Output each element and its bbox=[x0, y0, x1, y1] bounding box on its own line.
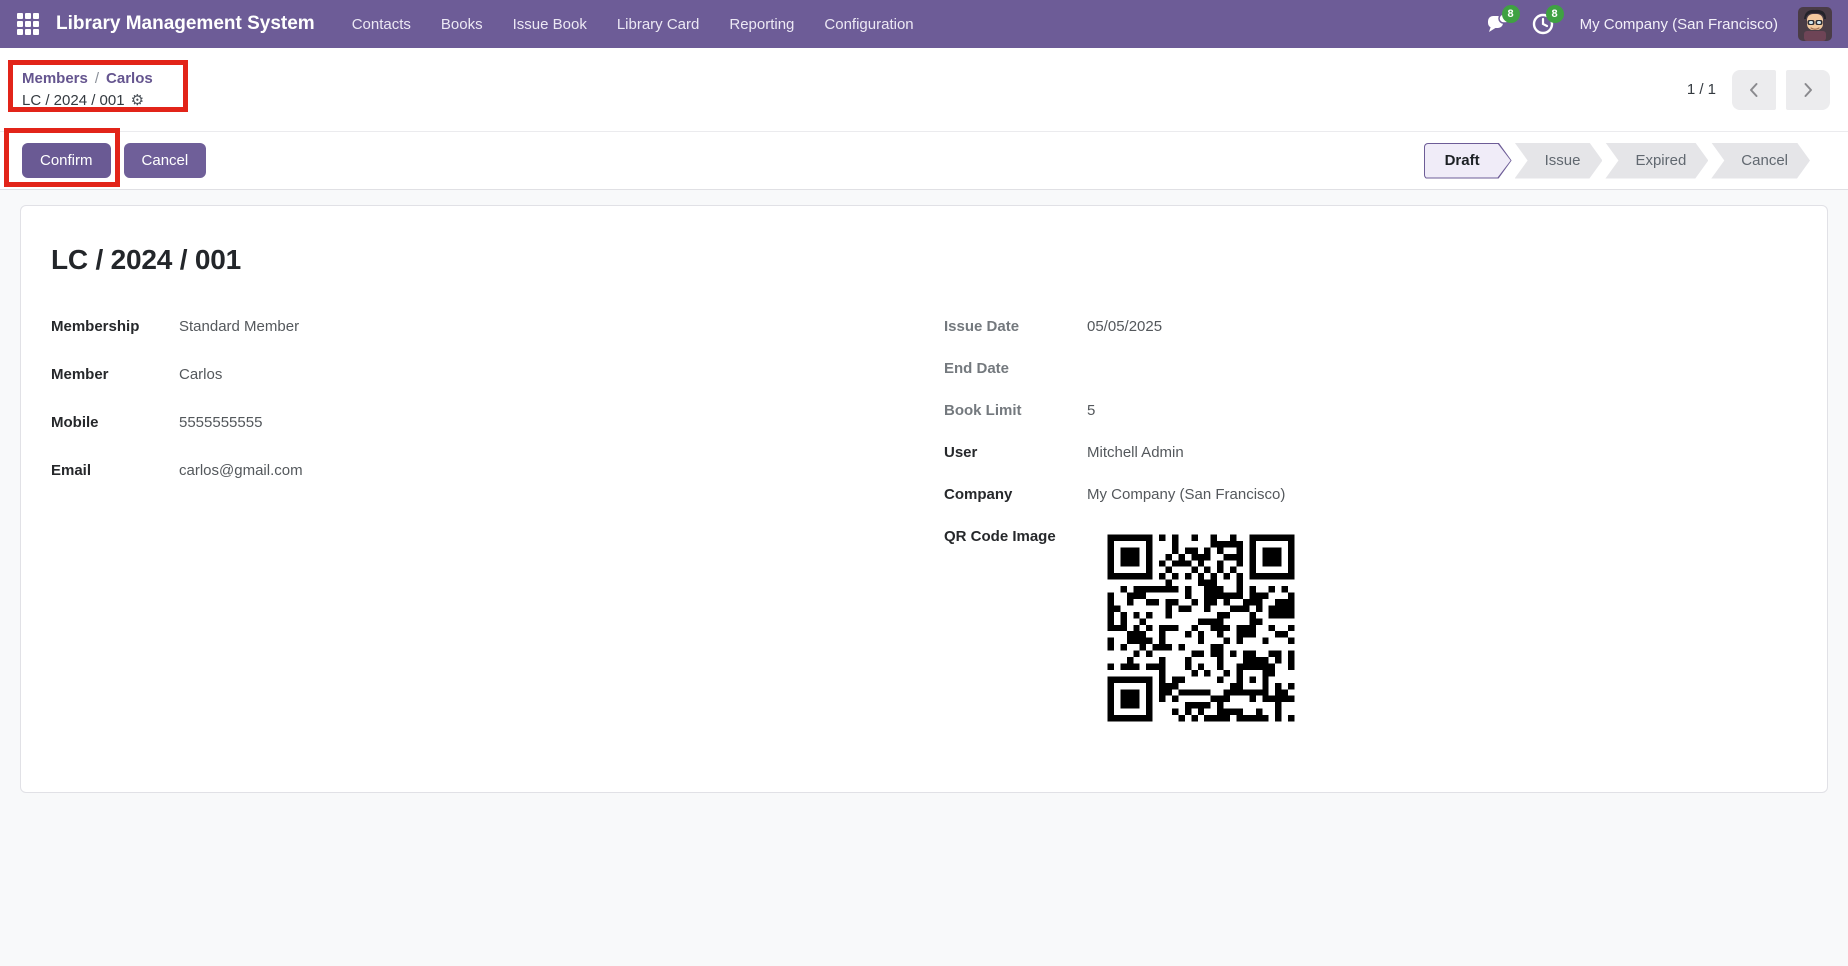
menu-library-card[interactable]: Library Card bbox=[604, 10, 713, 39]
menu-contacts[interactable]: Contacts bbox=[339, 10, 424, 39]
pager-value: 1 / 1 bbox=[1687, 81, 1716, 98]
field-label-qr-code: QR Code Image bbox=[944, 528, 1087, 545]
breadcrumb-current-record: LC / 2024 / 001 bbox=[22, 90, 125, 112]
field-row-user: User Mitchell Admin bbox=[944, 444, 1797, 463]
activities-count-badge: 8 bbox=[1546, 5, 1564, 23]
right-field-group: Issue Date 05/05/2025 End Date Book Limi… bbox=[944, 318, 1797, 751]
menu-books[interactable]: Books bbox=[428, 10, 496, 39]
form-sheet: LC / 2024 / 001 Membership Standard Memb… bbox=[20, 205, 1828, 793]
record-title: LC / 2024 / 001 bbox=[51, 244, 1797, 276]
field-row-issue-date: Issue Date 05/05/2025 bbox=[944, 318, 1797, 337]
field-value-book-limit[interactable]: 5 bbox=[1087, 402, 1095, 419]
field-value-user[interactable]: Mitchell Admin bbox=[1087, 444, 1184, 461]
cancel-button[interactable]: Cancel bbox=[124, 143, 207, 178]
field-row-qr-code: QR Code Image bbox=[944, 528, 1797, 728]
statusbar-stage-expired[interactable]: Expired bbox=[1605, 143, 1708, 179]
field-label-book-limit: Book Limit bbox=[944, 402, 1087, 419]
form-view: LC / 2024 / 001 Membership Standard Memb… bbox=[0, 190, 1848, 808]
field-row-end-date: End Date bbox=[944, 360, 1797, 379]
field-row-membership: Membership Standard Member bbox=[51, 318, 904, 337]
field-label-membership: Membership bbox=[51, 318, 179, 335]
messages-count-badge: 8 bbox=[1502, 5, 1520, 23]
breadcrumb-link-carlos[interactable]: Carlos bbox=[106, 70, 153, 87]
left-field-group: Membership Standard Member Member Carlos… bbox=[51, 318, 904, 751]
top-navbar: Library Management System Contacts Books… bbox=[0, 0, 1848, 48]
field-value-email[interactable]: carlos@gmail.com bbox=[179, 462, 303, 479]
menu-configuration[interactable]: Configuration bbox=[811, 10, 926, 39]
record-pager: 1 / 1 bbox=[1687, 70, 1830, 110]
field-label-user: User bbox=[944, 444, 1087, 461]
field-label-member: Member bbox=[51, 366, 179, 383]
field-value-issue-date[interactable]: 05/05/2025 bbox=[1087, 318, 1162, 335]
field-label-end-date: End Date bbox=[944, 360, 1087, 377]
field-value-mobile[interactable]: 5555555555 bbox=[179, 414, 262, 431]
qr-code-image bbox=[1101, 528, 1301, 728]
statusbar: Draft Issue Expired Cancel bbox=[1424, 143, 1810, 179]
chevron-left-icon bbox=[1743, 79, 1765, 101]
pager-previous-button[interactable] bbox=[1732, 70, 1776, 110]
field-row-member: Member Carlos bbox=[51, 366, 904, 385]
field-label-email: Email bbox=[51, 462, 179, 479]
field-row-email: Email carlos@gmail.com bbox=[51, 462, 904, 481]
messages-icon[interactable]: 8 bbox=[1482, 7, 1516, 41]
app-title[interactable]: Library Management System bbox=[56, 13, 315, 35]
breadcrumb-separator: / bbox=[95, 70, 99, 87]
field-value-member[interactable]: Carlos bbox=[179, 366, 222, 383]
user-avatar[interactable] bbox=[1798, 7, 1832, 41]
statusbar-stage-issue[interactable]: Issue bbox=[1515, 143, 1603, 179]
field-label-issue-date: Issue Date bbox=[944, 318, 1087, 335]
statusbar-stage-draft-label: Draft bbox=[1425, 144, 1511, 178]
field-value-membership[interactable]: Standard Member bbox=[179, 318, 299, 335]
breadcrumb: Members / Carlos LC / 2024 / 001 ⚙ bbox=[22, 68, 153, 112]
menu-issue-book[interactable]: Issue Book bbox=[500, 10, 600, 39]
main-menu: Contacts Books Issue Book Library Card R… bbox=[339, 10, 927, 39]
control-panel: Members / Carlos LC / 2024 / 001 ⚙ 1 / 1 C… bbox=[0, 48, 1848, 190]
statusbar-stage-draft[interactable]: Draft bbox=[1424, 143, 1512, 179]
apps-grid-icon[interactable] bbox=[16, 12, 40, 36]
field-row-book-limit: Book Limit 5 bbox=[944, 402, 1797, 421]
field-value-company[interactable]: My Company (San Francisco) bbox=[1087, 486, 1285, 503]
company-switcher[interactable]: My Company (San Francisco) bbox=[1580, 16, 1778, 33]
breadcrumb-link-members[interactable]: Members bbox=[22, 70, 88, 87]
chevron-right-icon bbox=[1797, 79, 1819, 101]
statusbar-stage-cancel[interactable]: Cancel bbox=[1711, 143, 1810, 179]
pager-next-button[interactable] bbox=[1786, 70, 1830, 110]
confirm-button[interactable]: Confirm bbox=[22, 143, 111, 178]
activities-clock-icon[interactable]: 8 bbox=[1526, 7, 1560, 41]
field-row-mobile: Mobile 5555555555 bbox=[51, 414, 904, 433]
field-row-company: Company My Company (San Francisco) bbox=[944, 486, 1797, 505]
field-label-company: Company bbox=[944, 486, 1087, 503]
field-label-mobile: Mobile bbox=[51, 414, 179, 431]
menu-reporting[interactable]: Reporting bbox=[716, 10, 807, 39]
gear-actions-icon[interactable]: ⚙ bbox=[131, 90, 144, 112]
